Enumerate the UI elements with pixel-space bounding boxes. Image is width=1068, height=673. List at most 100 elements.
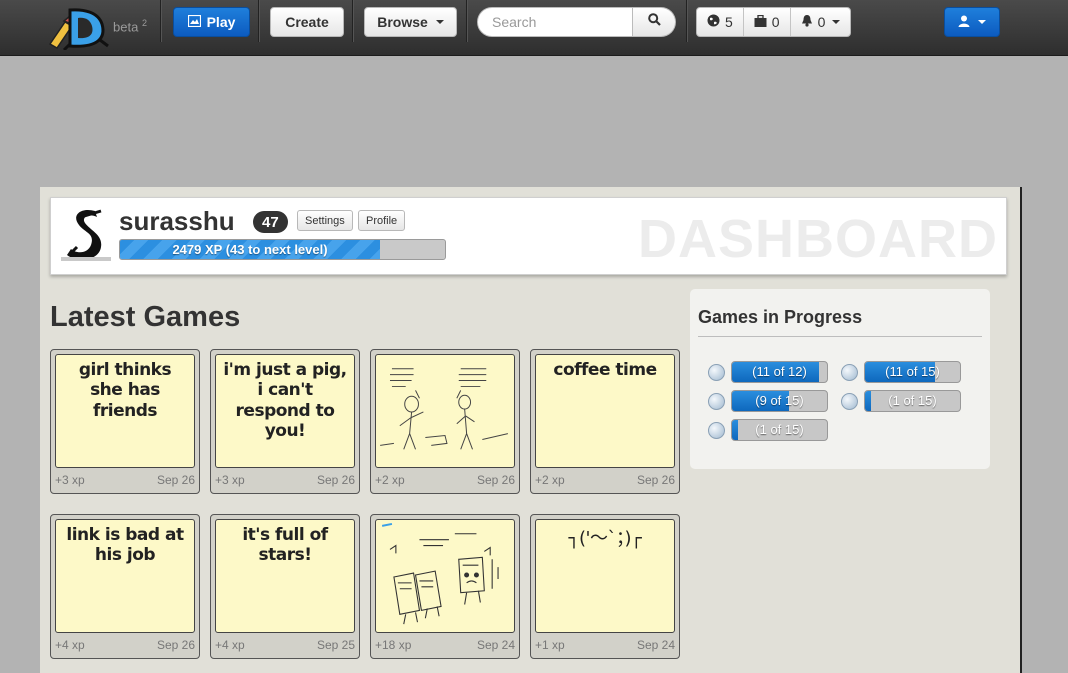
public-games-button[interactable]: 5 — [697, 8, 744, 36]
game-date: Sep 26 — [316, 473, 355, 487]
game-progress-bar: (9 of 15) — [731, 390, 828, 412]
progress-game-item[interactable]: (1 of 15) — [841, 390, 961, 412]
game-date: Sep 26 — [156, 638, 195, 652]
divider — [698, 336, 982, 337]
game-tile[interactable]: ┐('～`；)┌ +1 xp Sep 24 — [530, 514, 680, 659]
game-caption: it's full of stars! — [242, 525, 328, 566]
game-panel-image: coffee time — [535, 354, 675, 468]
progress-game-item[interactable]: (9 of 15) — [708, 390, 828, 412]
game-tile[interactable]: link is bad at his job +4 xp Sep 26 — [50, 514, 200, 659]
game-panel-image: link is bad at his job — [55, 519, 195, 633]
game-date: Sep 24 — [476, 638, 515, 652]
game-progress-bar: (11 of 12) — [731, 361, 828, 383]
game-date: Sep 25 — [316, 638, 355, 652]
game-progress-text: (1 of 15) — [755, 422, 804, 437]
game-progress-bar: (1 of 15) — [731, 419, 828, 441]
profile-button[interactable]: Profile — [358, 210, 406, 231]
nav-divider — [160, 0, 161, 42]
game-caption: coffee time — [553, 360, 657, 380]
game-progress-text: (1 of 15) — [888, 393, 937, 408]
play-label: Play — [206, 14, 236, 30]
globe-icon — [841, 392, 858, 410]
progress-game-item[interactable]: (1 of 15) — [708, 419, 828, 441]
sketch-drawing — [380, 368, 508, 450]
private-games-button[interactable]: 0 — [744, 8, 791, 36]
game-xp: +4 xp — [215, 638, 245, 652]
games-in-progress-title: Games in Progress — [698, 307, 863, 327]
top-navbar: beta 2 Play Create Browse 5 — [0, 0, 1068, 56]
settings-button[interactable]: Settings — [297, 210, 353, 231]
browse-dropdown-button[interactable]: Browse — [364, 7, 457, 37]
user-icon — [958, 14, 970, 30]
xp-progress-text: 2479 XP (43 to next level) — [172, 242, 328, 257]
game-tile[interactable]: girl thinks she has friends +3 xp Sep 26 — [50, 349, 200, 494]
game-date: Sep 26 — [156, 473, 195, 487]
chevron-down-icon — [435, 20, 444, 24]
games-in-progress-card: Games in Progress (11 of 12) (11 of 15) … — [690, 289, 990, 469]
briefcase-icon — [754, 14, 767, 30]
browse-label: Browse — [377, 14, 428, 30]
game-panel-drawing — [375, 519, 515, 633]
game-date: Sep 26 — [636, 473, 675, 487]
globe-icon — [707, 14, 720, 30]
search-form — [477, 7, 676, 37]
search-button[interactable] — [633, 7, 676, 37]
game-panel-image: it's full of stars! — [215, 519, 355, 633]
globe-icon — [708, 392, 725, 410]
game-xp: +2 xp — [535, 473, 565, 487]
latest-games-title: Latest Games — [50, 301, 241, 333]
game-tile[interactable]: coffee time +2 xp Sep 26 — [530, 349, 680, 494]
xp-progress-bar: 2479 XP (43 to next level) — [119, 239, 446, 260]
public-games-count: 5 — [725, 14, 733, 30]
user-menu-button[interactable] — [944, 7, 1000, 37]
avatar[interactable] — [61, 205, 111, 261]
progress-game-item[interactable]: (11 of 15) — [841, 361, 961, 383]
notifications-count: 0 — [817, 14, 826, 30]
game-xp: +2 xp — [375, 473, 405, 487]
drawception-logo[interactable] — [40, 4, 110, 52]
nav-divider — [258, 0, 259, 42]
image-icon — [187, 14, 201, 30]
nav-divider — [466, 0, 467, 42]
game-progress-text: (9 of 15) — [755, 393, 804, 408]
game-panel-drawing — [375, 354, 515, 468]
notification-stats: 5 0 0 — [696, 7, 852, 37]
progress-game-item[interactable]: (11 of 12) — [708, 361, 828, 383]
game-progress-text: (11 of 15) — [885, 364, 940, 379]
chevron-down-icon — [978, 20, 986, 24]
play-button[interactable]: Play — [173, 7, 250, 37]
sketch-drawing — [381, 522, 499, 625]
username[interactable]: surasshu — [119, 206, 235, 237]
game-tile[interactable]: i'm just a pig, i can't respond to you! … — [210, 349, 360, 494]
globe-icon — [708, 363, 725, 381]
game-tile[interactable]: it's full of stars! +4 xp Sep 25 — [210, 514, 360, 659]
dashboard-panel: surasshu 47 Settings Profile 2479 XP (43… — [40, 187, 1022, 673]
beta-text: beta — [113, 19, 139, 35]
game-caption: link is bad at his job — [66, 525, 184, 566]
game-progress-text: (11 of 12) — [752, 364, 807, 379]
game-date: Sep 26 — [476, 473, 515, 487]
nav-divider — [352, 0, 353, 42]
game-xp: +3 xp — [55, 473, 85, 487]
game-tile[interactable]: +2 xp Sep 26 — [370, 349, 520, 494]
globe-icon — [708, 421, 725, 439]
create-label: Create — [285, 14, 329, 30]
game-xp: +1 xp — [535, 638, 565, 652]
nav-divider — [686, 0, 687, 42]
game-progress-bar: (11 of 15) — [864, 361, 961, 383]
game-caption: i'm just a pig, i can't respond to you! — [223, 360, 347, 442]
game-panel-image: i'm just a pig, i can't respond to you! — [215, 354, 355, 468]
private-games-count: 0 — [771, 14, 780, 30]
game-caption: ┐('～`；)┌ — [568, 528, 642, 549]
page-title: DASHBOARD — [638, 209, 998, 269]
globe-icon — [841, 363, 858, 381]
profile-header: surasshu 47 Settings Profile 2479 XP (43… — [50, 197, 1007, 275]
search-icon — [647, 13, 661, 31]
game-xp: +4 xp — [55, 638, 85, 652]
beta-version: 2 — [141, 18, 147, 28]
game-caption: girl thinks she has friends — [78, 360, 172, 421]
create-button[interactable]: Create — [270, 7, 344, 37]
notifications-dropdown-button[interactable]: 0 — [791, 8, 851, 36]
game-tile[interactable]: +18 xp Sep 24 — [370, 514, 520, 659]
search-input[interactable] — [477, 7, 633, 37]
